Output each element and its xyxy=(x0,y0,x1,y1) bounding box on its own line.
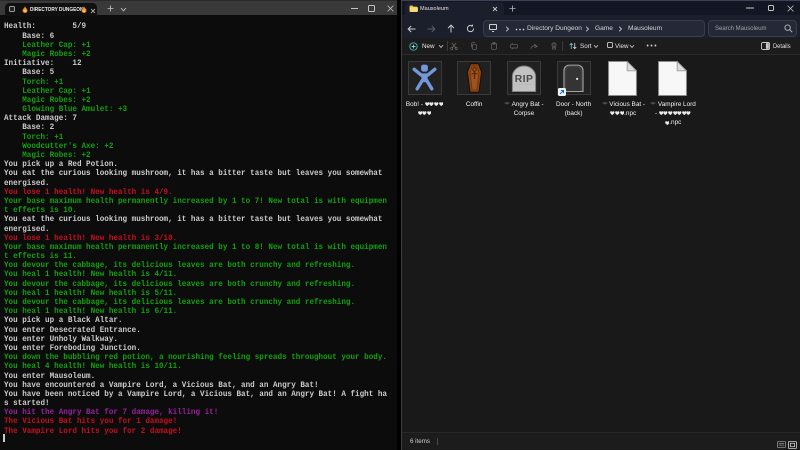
svg-text:RIP: RIP xyxy=(515,72,534,84)
